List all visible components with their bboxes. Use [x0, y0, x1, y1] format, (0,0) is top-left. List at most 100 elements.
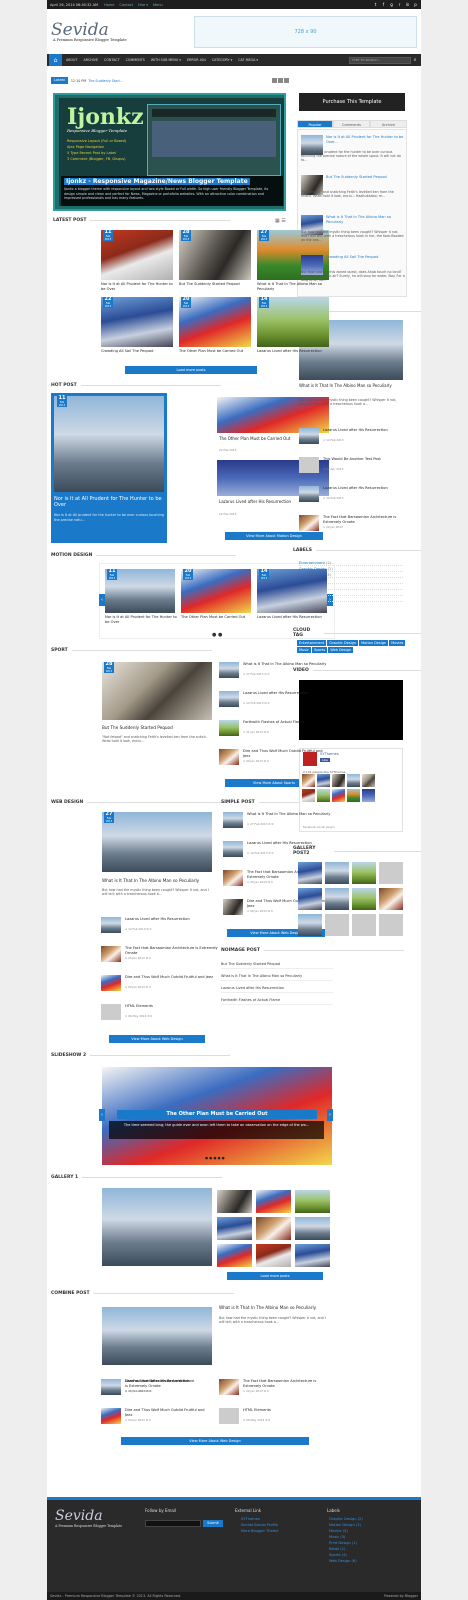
gallery-thumbnail[interactable] — [256, 1244, 291, 1267]
site-logo[interactable]: Sevida A Premium Responsive Blogger Temp… — [51, 21, 151, 42]
load-more-button[interactable]: Load more posts — [125, 366, 257, 374]
carousel-dots[interactable]: ● ● — [212, 632, 222, 638]
fb-fan-avatar[interactable] — [347, 774, 360, 787]
post-thumbnail[interactable] — [299, 428, 319, 444]
slide-title[interactable]: Ijonkz - Responsive Magazine/News Blogge… — [64, 178, 250, 185]
gallery-thumbnail[interactable] — [217, 1190, 252, 1213]
post-title[interactable]: Lazarus Lived after His Resurrection — [125, 1379, 213, 1384]
post-title[interactable]: Forthwith Flashes of Actual Flame — [243, 720, 329, 725]
side-web-title[interactable]: What is It That In The Albino Man so Pec… — [299, 383, 403, 389]
twitter-icon[interactable]: t — [373, 2, 378, 7]
combine-main-image[interactable] — [102, 1307, 212, 1365]
prev-icon[interactable] — [272, 78, 277, 83]
fb-fan-avatar[interactable] — [362, 774, 375, 787]
gallery-thumbnail[interactable] — [256, 1190, 291, 1213]
post-title[interactable]: The Fact that Barsoomian Architecture is… — [243, 1379, 331, 1388]
fb-like-button[interactable]: Like — [320, 758, 330, 762]
footer-label-link[interactable]: Web Design (6) — [329, 1558, 363, 1564]
view-more-motion-button[interactable]: View More About Motion Design — [225, 532, 323, 540]
gallery-thumbnail[interactable] — [256, 1217, 291, 1240]
video-player[interactable] — [299, 680, 403, 740]
noimage-post-link[interactable]: Forthwith Flashes of Actual Flame — [221, 996, 333, 1005]
popular-post-title[interactable]: But The Suddenly Started Pequod — [326, 175, 406, 180]
post-thumbnail[interactable] — [101, 946, 121, 962]
gallery-thumbnail[interactable] — [217, 1217, 252, 1240]
post-thumbnail[interactable] — [101, 1004, 121, 1020]
slideshow-caption[interactable]: The Other Plan Must be Carried Out — [117, 1110, 317, 1119]
post-title[interactable]: Lazarus Lived after His Resurrection — [257, 349, 331, 354]
cloud-tag[interactable]: Motion Design — [359, 640, 389, 646]
post-thumbnail[interactable] — [101, 975, 121, 991]
noimage-post-link[interactable]: But The Suddenly Started Pequod — [221, 960, 333, 969]
post-thumbnail[interactable] — [101, 1379, 121, 1395]
post-title[interactable]: The Other Plan Must be Carried Out — [179, 349, 253, 354]
post-title[interactable]: Dire and Thus Wolf Much Outdid Fruitful … — [125, 1408, 213, 1417]
top-link-hire[interactable]: Hire ▾ — [138, 3, 148, 7]
nav-item-contact[interactable]: CONTACT — [104, 58, 120, 62]
post-thumbnail[interactable] — [219, 662, 239, 678]
gallery-thumbnail[interactable] — [352, 888, 376, 910]
gallery-main-image[interactable] — [102, 1188, 212, 1266]
post-title[interactable]: This Would Be Another Test Post — [323, 457, 405, 462]
gallery-thumbnail[interactable] — [298, 914, 322, 936]
popular-post-title[interactable]: Nor is It at All Prudent for The Hunter … — [326, 135, 406, 144]
home-icon[interactable]: ⌂ — [49, 54, 62, 66]
tab-comments[interactable]: Comments — [333, 120, 370, 128]
cloud-tag[interactable]: Music — [297, 647, 311, 653]
post-thumbnail[interactable] — [223, 812, 243, 828]
post-title[interactable]: The Fact that Barsoomian Architecture is… — [323, 515, 405, 524]
load-more-gallery-button[interactable]: Load more posts — [227, 1272, 323, 1280]
cloud-tag[interactable]: Movies — [389, 640, 406, 646]
next-icon[interactable] — [284, 78, 289, 83]
gallery-thumbnail[interactable] — [352, 914, 376, 936]
hot-main-title[interactable]: Nor is It at All Prudent for The Hunter … — [54, 496, 164, 508]
post-title[interactable]: Dire and Thus Wolf Much Outdid Fruitful … — [125, 975, 219, 980]
facebook-icon[interactable]: f — [381, 2, 386, 7]
post-thumbnail[interactable] — [299, 515, 319, 531]
post-title[interactable]: Lazarus Lived after His Resurrection — [125, 917, 219, 922]
top-link-contact[interactable]: Contact — [119, 3, 133, 7]
submit-button[interactable]: Submit — [203, 1520, 223, 1527]
googleplus-icon[interactable]: g — [389, 2, 394, 7]
post-thumbnail[interactable] — [219, 691, 239, 707]
post-title[interactable]: Lazarus Lived after His Resurrection — [323, 486, 405, 491]
powered-by[interactable]: Powered by Blogger — [384, 1594, 418, 1598]
nav-item-catmega[interactable]: CAT MEGA ▾ — [238, 58, 258, 62]
nav-item-error[interactable]: ERROR 404 — [187, 58, 206, 62]
post-thumbnail[interactable] — [223, 899, 243, 915]
post-title[interactable]: The Other Plan Must be Carried Out — [181, 615, 253, 620]
ext-link[interactable]: More Blogger Theme — [241, 1528, 279, 1534]
gallery-thumbnail[interactable] — [379, 862, 403, 884]
slideshow-next-arrow[interactable]: › — [327, 1109, 333, 1121]
web-main-title[interactable]: What is It That In The Albino Man so Pec… — [102, 878, 214, 884]
gallery-thumbnail[interactable] — [295, 1217, 330, 1240]
gallery-thumbnail[interactable] — [325, 888, 349, 910]
gallery-thumbnail[interactable] — [325, 862, 349, 884]
post-thumbnail[interactable] — [223, 870, 243, 886]
nav-item-archive[interactable]: ARCHIVE — [83, 58, 97, 62]
post-thumbnail[interactable] — [219, 720, 239, 736]
post-title[interactable]: Nor is It at All Prudent for The Hunter … — [101, 282, 175, 291]
view-more-combine-button[interactable]: View More About Web Design — [121, 1437, 309, 1445]
fb-fan-avatar[interactable] — [362, 789, 375, 802]
post-title[interactable]: Nor is It at All Prudent for The Hunter … — [105, 615, 177, 624]
post-title[interactable]: HTML Elements — [125, 1004, 219, 1009]
linkedin-icon[interactable]: in — [405, 2, 410, 7]
tab-popular[interactable]: Popular — [297, 120, 333, 128]
fb-fan-avatar[interactable] — [317, 774, 330, 787]
gallery-thumbnail[interactable] — [325, 914, 349, 936]
search-input[interactable]: Type to search... — [349, 56, 411, 64]
gallery-thumbnail[interactable] — [379, 914, 403, 936]
view-more-web-button[interactable]: View More About Web Design — [109, 1035, 205, 1043]
noimage-post-link[interactable]: Lazarus Lived after His Resurrection — [221, 984, 333, 993]
nav-item-comments[interactable]: COMMENTS — [126, 58, 145, 62]
post-title[interactable]: What is It That In The Albino Man so Pec… — [243, 662, 329, 667]
fb-fan-avatar[interactable] — [332, 789, 345, 802]
featured-slider[interactable]: Ijonkz Responsive Blogger Template Respo… — [53, 93, 286, 211]
nav-item-submenu[interactable]: WITH SUB MENU ▾ — [151, 58, 181, 62]
ad-banner[interactable]: 728 x 90 — [194, 15, 417, 48]
noimage-post-link[interactable]: What is It That In The Albino Man so Pec… — [221, 972, 333, 981]
post-title[interactable]: Lazarus Lived after His Resurrection — [243, 691, 329, 696]
post-thumbnail[interactable] — [101, 1408, 121, 1424]
post-thumbnail[interactable] — [219, 749, 239, 765]
